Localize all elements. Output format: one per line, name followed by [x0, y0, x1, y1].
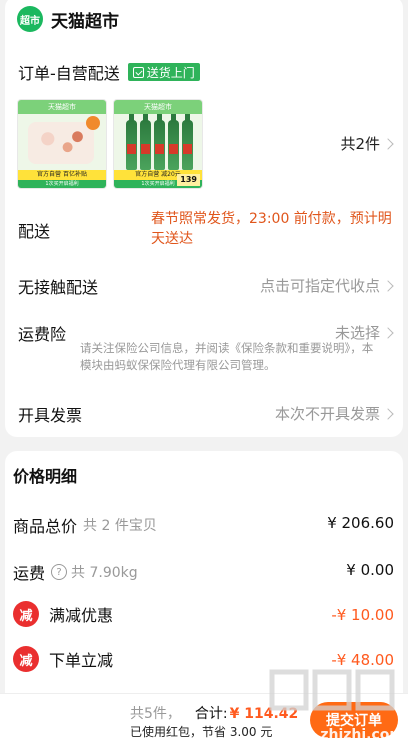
- full-discount-row: 减 满减优惠: [13, 601, 113, 627]
- thumbnail-band: 官方自营 百亿补贴: [18, 170, 106, 180]
- contactless-value-text: 点击可指定代收点: [259, 277, 380, 295]
- items-count-label: 共2件: [340, 135, 380, 153]
- contactless-label: 无接触配送: [18, 278, 99, 297]
- summary-total-label: 合计:: [194, 706, 228, 722]
- contactless-value[interactable]: 点击可指定代收点: [259, 275, 394, 296]
- freight-row: 运费 ? 共 7.90kg: [13, 560, 138, 584]
- shipping-label: 配送: [18, 222, 51, 241]
- freight-label: 运费: [13, 564, 46, 583]
- chevron-right-icon: [382, 326, 394, 339]
- order-title-row: 订单-自营配送 送货上门: [18, 60, 200, 84]
- submit-order-button[interactable]: 提交订单: [310, 702, 398, 738]
- product-thumbnail[interactable]: 天猫超市 官方自营 百亿补贴 1次买开启福利: [17, 99, 107, 189]
- full-discount-amount: -¥ 10.00: [331, 606, 394, 624]
- full-discount-label: 满减优惠: [49, 606, 114, 625]
- store-logo: 超市: [17, 6, 43, 32]
- goods-total-note: 共 2 件宝贝: [83, 518, 157, 534]
- chevron-right-icon: [382, 137, 394, 150]
- checkbox-icon: [132, 66, 144, 78]
- bottle-image: [126, 114, 137, 170]
- shipping-note: 春节照常发货，23:00 前付款，预计明天送达: [151, 211, 392, 247]
- summary-top: 共5件， 合计: ¥ 114.42: [130, 703, 298, 723]
- summary-count: 共5件，: [130, 706, 181, 722]
- instant-discount-label: 下单立减: [49, 651, 114, 670]
- goods-total-amount: ¥ 206.60: [327, 514, 394, 532]
- chevron-right-icon: [382, 279, 394, 292]
- invoice-value[interactable]: 本次不开具发票: [274, 403, 394, 424]
- freight-note-wrap: ? 共 7.90kg: [51, 562, 138, 582]
- price-detail-title: 价格明细: [13, 467, 78, 486]
- summary-total: ¥ 114.42: [229, 706, 299, 722]
- delivery-tag-label: 送货上门: [146, 65, 195, 80]
- bottle-image: [182, 114, 193, 170]
- checkout-bar: 共5件， 合计: ¥ 114.42 已使用红包，节省 3.00 元 提交订单: [0, 693, 408, 745]
- invoice-label: 开具发票: [18, 406, 83, 425]
- store-header[interactable]: 超市 天猫超市: [17, 6, 119, 32]
- discount-icon: 减: [13, 646, 39, 672]
- freight-note: 共 7.90kg: [71, 565, 138, 581]
- order-title: 订单-自营配送: [18, 64, 120, 83]
- food-image: [28, 122, 94, 164]
- fruit-image: [86, 116, 100, 130]
- items-count[interactable]: 共2件: [340, 133, 394, 154]
- goods-total-label: 商品总价: [13, 517, 78, 536]
- bottle-image: [140, 114, 151, 170]
- invoice-value-text: 本次不开具发票: [274, 405, 380, 423]
- product-thumbnail[interactable]: 天猫超市 官方自营 减20元 1次买开启福利 139: [113, 99, 203, 189]
- bottle-image: [168, 114, 179, 170]
- goods-total-row: 商品总价 共 2 件宝贝: [13, 513, 157, 537]
- instant-discount-amount: -¥ 48.00: [331, 651, 394, 669]
- chevron-right-icon: [382, 407, 394, 420]
- question-icon[interactable]: ?: [51, 564, 68, 580]
- thumbnail-brand: 天猫超市: [18, 100, 106, 114]
- thumbnail-brand: 天猫超市: [114, 100, 202, 114]
- insurance-note: 请关注保险公司信息，并阅读《保险条款和重要说明》，本模块由蚂蚁保保险代理有限公司…: [80, 341, 374, 372]
- bottle-image: [154, 114, 165, 170]
- order-card: 超市 天猫超市 订单-自营配送 送货上门 天猫超市 官方自营 百亿补贴 1次买开…: [5, 0, 403, 437]
- thumbnail-bottom: 1次买开启福利: [18, 180, 106, 188]
- delivery-tag: 送货上门: [127, 63, 200, 81]
- discount-icon: 减: [13, 601, 39, 627]
- insurance-label: 运费险: [18, 325, 67, 344]
- summary-saved: 已使用红包，节省 3.00 元: [130, 725, 273, 739]
- store-name: 天猫超市: [51, 11, 119, 32]
- thumbnail-price: 139: [177, 174, 200, 186]
- instant-discount-row: 减 下单立减: [13, 646, 113, 672]
- freight-amount: ¥ 0.00: [346, 561, 394, 579]
